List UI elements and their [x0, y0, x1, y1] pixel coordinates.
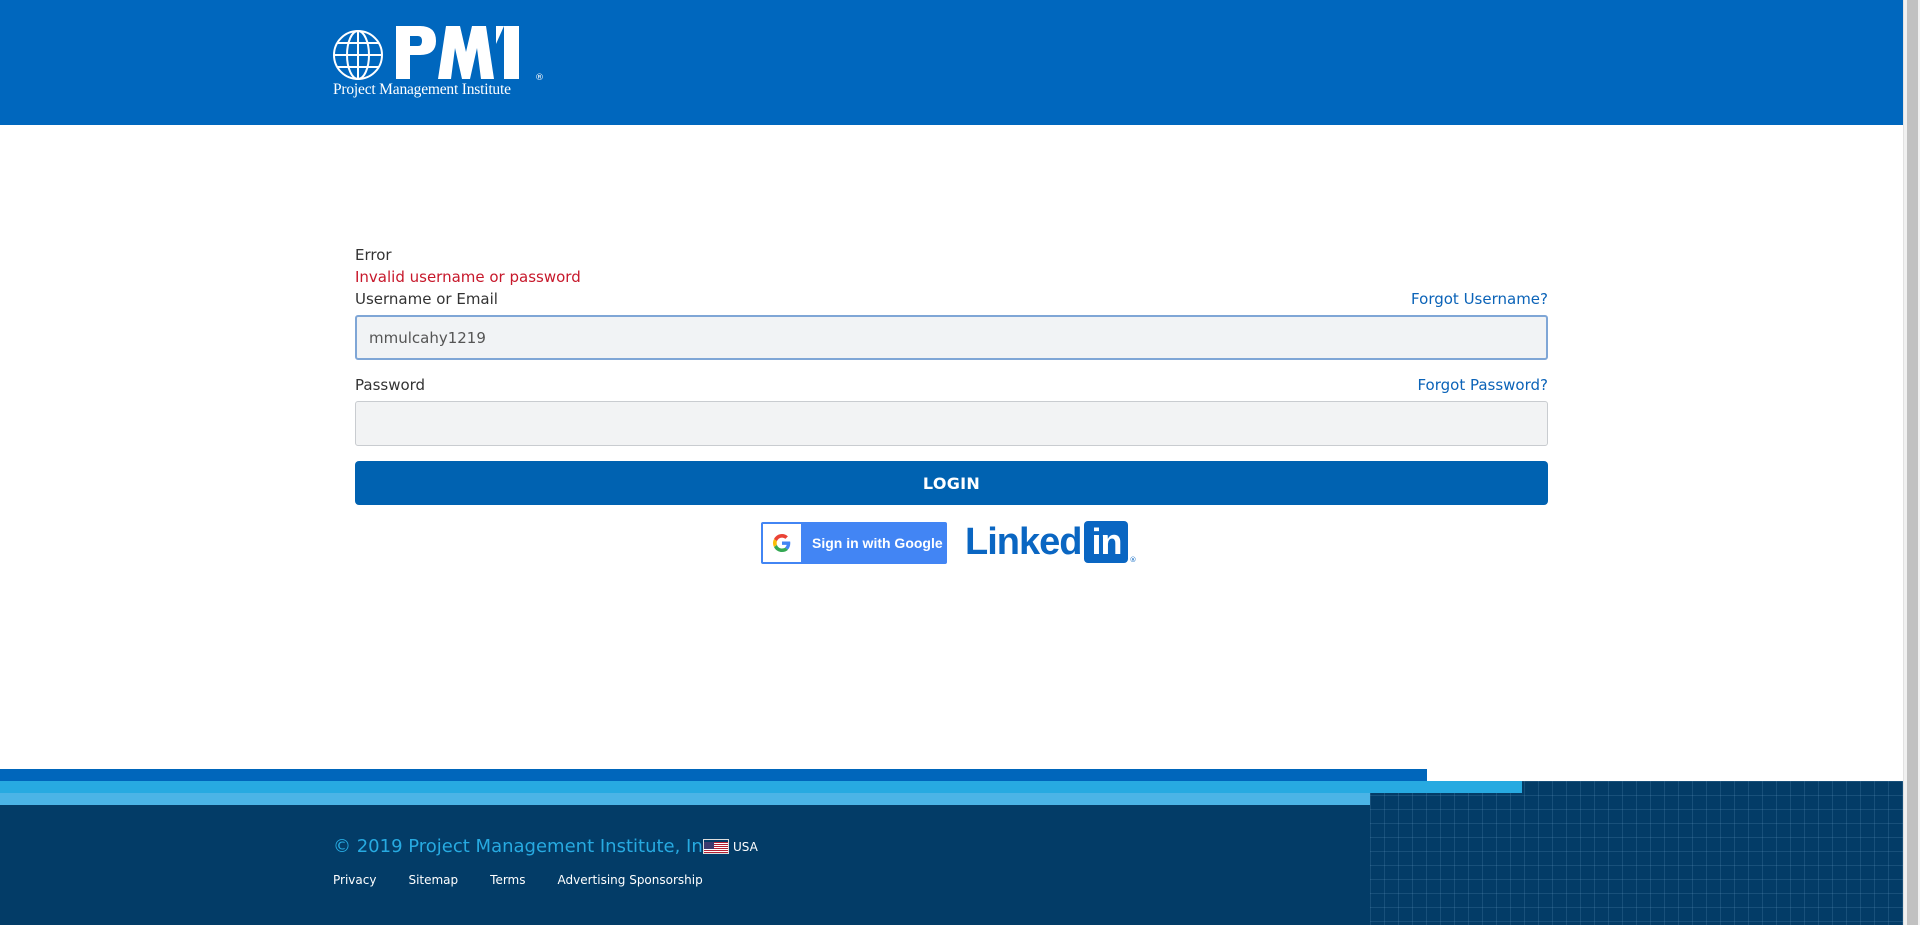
- footer-link-privacy[interactable]: Privacy: [333, 873, 376, 887]
- google-icon-container: [763, 524, 801, 562]
- site-header: ® Project Management Institute: [0, 0, 1903, 125]
- vertical-scrollbar[interactable]: [1903, 0, 1920, 925]
- linkedin-registered-mark: ®: [1129, 556, 1137, 564]
- footer-stripe-pale: [0, 793, 1370, 805]
- password-label: Password: [355, 376, 426, 394]
- scrollbar-thumb[interactable]: [1907, 0, 1918, 925]
- footer-link-terms[interactable]: Terms: [490, 873, 525, 887]
- username-input[interactable]: [355, 315, 1548, 360]
- google-signin-button[interactable]: Sign in with Google: [761, 522, 947, 564]
- linkedin-logo-text: Linked: [965, 521, 1082, 563]
- username-label: Username or Email: [355, 290, 498, 308]
- country-label: USA: [733, 839, 758, 854]
- linkedin-signin-button[interactable]: Linked in ®: [965, 520, 1136, 564]
- copyright-text: © 2019 Project Management Institute, Inc…: [333, 836, 719, 857]
- login-button[interactable]: LOGIN: [355, 461, 1548, 505]
- us-flag-icon: [703, 839, 729, 854]
- footer-links: Privacy Sitemap Terms Advertising Sponso…: [333, 873, 703, 887]
- footer-stripe-dark: [0, 769, 1427, 781]
- forgot-username-link[interactable]: Forgot Username?: [1411, 290, 1548, 308]
- error-message: Invalid username or password: [355, 268, 581, 286]
- password-input[interactable]: [355, 401, 1548, 446]
- footer-stripe-light: [0, 781, 1522, 793]
- footer-link-sitemap[interactable]: Sitemap: [408, 873, 458, 887]
- error-title: Error: [355, 246, 392, 264]
- google-g-icon: [773, 534, 791, 552]
- linkedin-logo-icon: in: [1084, 521, 1129, 563]
- forgot-password-link[interactable]: Forgot Password?: [1417, 376, 1548, 394]
- country-selector[interactable]: USA: [703, 839, 758, 854]
- pmi-logo[interactable]: ® Project Management Institute: [332, 24, 544, 102]
- footer-link-advertising[interactable]: Advertising Sponsorship: [558, 873, 703, 887]
- pmi-globe-logo-icon: ®: [332, 26, 544, 82]
- footer-grid-pattern: [1370, 781, 1903, 925]
- google-signin-label: Sign in with Google: [812, 535, 943, 551]
- logo-text: Project Management Institute: [333, 81, 511, 98]
- svg-text:®: ®: [535, 73, 544, 82]
